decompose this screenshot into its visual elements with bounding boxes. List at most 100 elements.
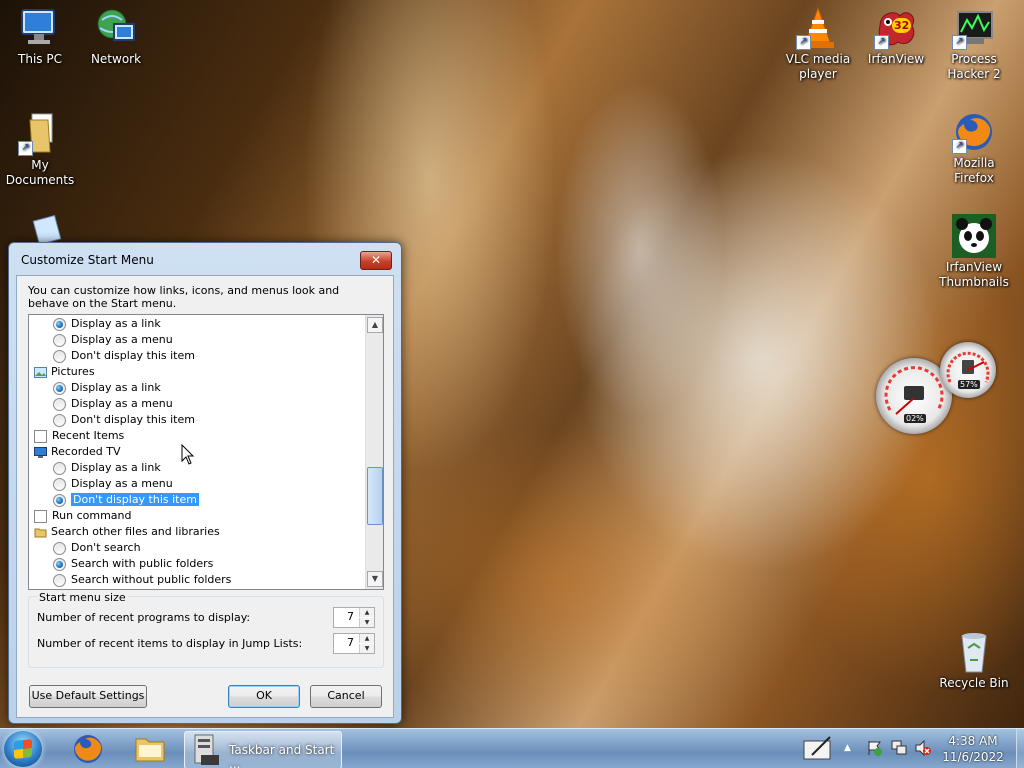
- desktop-icon-irfanview[interactable]: 32 ↗ IrfanView: [856, 6, 936, 67]
- taskbar-explorer[interactable]: [124, 731, 176, 767]
- shortcut-arrow-icon: ↗: [952, 35, 967, 50]
- radio-button[interactable]: [53, 349, 66, 363]
- recent-items-label: Number of recent items to display in Jum…: [37, 637, 303, 650]
- list-radio-option[interactable]: Search without public folders: [53, 572, 231, 588]
- radio-button[interactable]: [53, 413, 66, 427]
- list-category-header: Recorded TV: [34, 444, 121, 460]
- desktop-icon-label: My Documents: [5, 158, 75, 187]
- network-status-icon[interactable]: [890, 739, 908, 757]
- checkbox[interactable]: [34, 429, 47, 443]
- list-radio-option[interactable]: Display as a menu: [53, 396, 173, 412]
- radio-button[interactable]: [53, 397, 66, 411]
- list-radio-option[interactable]: Don't display this item: [53, 412, 195, 428]
- firefox-icon: [74, 735, 102, 763]
- scroll-thumb[interactable]: [367, 467, 383, 525]
- recent-programs-value: 7: [347, 610, 354, 623]
- list-option-label: Display as a link: [71, 461, 161, 474]
- show-desktop-button[interactable]: [1016, 729, 1024, 768]
- list-option-label: Don't display this item: [71, 413, 195, 426]
- desktop-icon-label: Network: [90, 52, 142, 66]
- desktop-icon-label: Process Hacker 2: [947, 52, 1001, 81]
- taskbar-active-task[interactable]: Taskbar and Start ...: [184, 731, 342, 768]
- use-default-settings-button[interactable]: Use Default Settings: [29, 685, 147, 708]
- active-task-label: Taskbar and Start ...: [229, 743, 335, 768]
- list-radio-option[interactable]: Don't display this item: [53, 492, 199, 508]
- list-option-label: Display as a menu: [71, 477, 173, 490]
- desktop-icon-label: Recycle Bin: [939, 676, 1009, 690]
- checkbox[interactable]: [34, 509, 47, 523]
- desktop-icon-recycle-bin[interactable]: Recycle Bin: [934, 630, 1014, 691]
- firefox-icon: ↗: [952, 110, 996, 154]
- spin-down-icon[interactable]: ▼: [359, 618, 374, 627]
- list-category-header: Search other files and libraries: [34, 524, 220, 540]
- radio-button[interactable]: [53, 493, 66, 507]
- list-radio-option[interactable]: Display as a menu: [53, 332, 173, 348]
- start-menu-size-group: Start menu size Number of recent program…: [28, 591, 384, 668]
- memory-gauge: 57%: [940, 342, 996, 398]
- folder-icon: [135, 738, 165, 762]
- list-radio-option[interactable]: Don't search: [53, 540, 141, 556]
- action-center-flag-icon[interactable]: [866, 739, 884, 757]
- spin-up-icon[interactable]: ▲: [359, 634, 374, 643]
- radio-button[interactable]: [53, 541, 66, 555]
- desktop-icon-my-documents[interactable]: ↗ My Documents: [0, 112, 80, 188]
- cpu-value: 02%: [904, 414, 926, 423]
- close-button[interactable]: ✕: [360, 251, 392, 270]
- list-option-label: Search without public folders: [71, 573, 232, 586]
- ok-button[interactable]: OK: [228, 685, 300, 708]
- control-panel-icon: [194, 734, 219, 765]
- taskbar-firefox[interactable]: [62, 731, 114, 767]
- desktop-icon-label: Mozilla Firefox: [953, 156, 995, 185]
- radio-button[interactable]: [53, 557, 66, 571]
- list-checkbox-option[interactable]: Run command: [34, 508, 132, 524]
- panda-icon: [952, 214, 996, 258]
- desktop-icon-vlc[interactable]: ↗ VLC media player: [778, 6, 858, 82]
- radio-button[interactable]: [53, 333, 66, 347]
- recycle-bin-icon: [952, 630, 996, 674]
- list-radio-option[interactable]: Display as a link: [53, 380, 161, 396]
- desktop-icon-firefox[interactable]: ↗ Mozilla Firefox: [934, 110, 1014, 186]
- list-radio-option[interactable]: Don't display this item: [53, 348, 195, 364]
- list-scrollbar[interactable]: ▲ ▼: [365, 315, 383, 589]
- show-hidden-icons-chevron-icon[interactable]: ▲: [844, 743, 851, 753]
- radio-button[interactable]: [53, 317, 66, 331]
- desktop-icon-label: VLC media player: [785, 52, 851, 81]
- cpu-meter-gadget[interactable]: 02% 57%: [874, 340, 998, 436]
- radio-button[interactable]: [53, 381, 66, 395]
- list-option-label: Run command: [52, 509, 132, 522]
- scroll-down-arrow-icon[interactable]: ▼: [367, 571, 383, 587]
- list-radio-option[interactable]: Display as a link: [53, 316, 161, 332]
- recent-programs-label: Number of recent programs to display:: [37, 611, 251, 624]
- network-icon: [94, 6, 138, 50]
- vlc-cone-icon: ↗: [796, 6, 840, 50]
- list-checkbox-option[interactable]: Recent Items: [34, 428, 124, 444]
- desktop-icon-network[interactable]: Network: [76, 6, 156, 67]
- spin-down-icon[interactable]: ▼: [359, 644, 374, 653]
- spin-up-icon[interactable]: ▲: [359, 608, 374, 617]
- radio-button[interactable]: [53, 573, 66, 587]
- desktop-icon-this-pc[interactable]: This PC: [0, 6, 80, 67]
- taskbar: Taskbar and Start ... ▲ 4:38 AM 11/6/202…: [0, 728, 1024, 768]
- pictures-icon: [34, 366, 47, 378]
- start-menu-options-list[interactable]: Display as a link Display as a menu Don't …: [28, 314, 384, 590]
- recent-items-stepper[interactable]: 7 ▲ ▼: [333, 633, 375, 654]
- desktop-icon-irfanview-thumbnails[interactable]: IrfanView Thumbnails: [934, 214, 1014, 290]
- computer-icon: [18, 6, 62, 50]
- list-option-label: Display as a link: [71, 317, 161, 330]
- list-radio-option[interactable]: Search with public folders: [53, 556, 213, 572]
- scroll-up-arrow-icon[interactable]: ▲: [367, 317, 383, 333]
- list-option-label: Don't display this item: [71, 349, 195, 362]
- radio-button[interactable]: [53, 477, 66, 491]
- system-clock[interactable]: 4:38 AM 11/6/2022: [930, 733, 1016, 765]
- list-option-label: Recorded TV: [51, 445, 121, 458]
- desktop-icon-process-hacker[interactable]: ↗ Process Hacker 2: [934, 6, 1014, 82]
- mouse-cursor-icon: [181, 443, 195, 469]
- start-button[interactable]: [4, 731, 42, 767]
- list-radio-option[interactable]: Display as a link: [53, 460, 161, 476]
- clock-date: 11/6/2022: [942, 750, 1004, 764]
- recent-programs-stepper[interactable]: 7 ▲ ▼: [333, 607, 375, 628]
- list-radio-option[interactable]: Display as a menu: [53, 476, 173, 492]
- tablet-input-panel-icon[interactable]: [802, 735, 834, 761]
- cancel-button[interactable]: Cancel: [310, 685, 382, 708]
- radio-button[interactable]: [53, 461, 66, 475]
